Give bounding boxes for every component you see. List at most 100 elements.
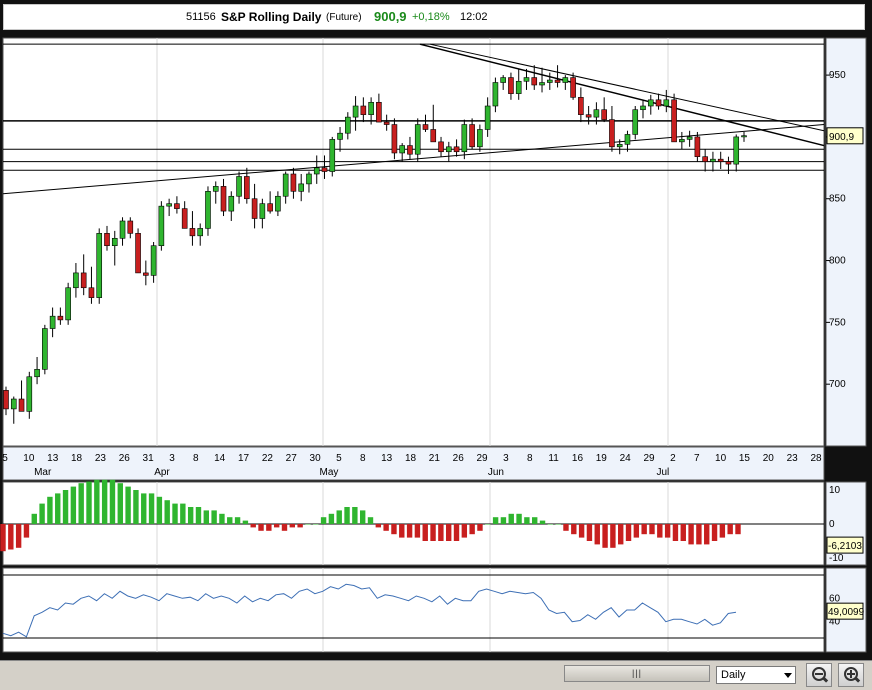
candle-body: [267, 203, 273, 212]
candle-body: [3, 390, 9, 410]
zoom-in-button[interactable]: [838, 663, 864, 687]
candle-body: [383, 121, 390, 125]
oscillator-bar: [148, 493, 155, 524]
oscillator-bar: [242, 520, 249, 524]
date-day-label: 17: [238, 453, 250, 464]
oscillator-bar: [109, 479, 116, 524]
date-day-label: 8: [360, 453, 366, 464]
oscillator-bar: [320, 517, 327, 524]
oscillator-bar: [367, 517, 374, 524]
oscillator-bar: [55, 493, 61, 524]
period-select[interactable]: Daily: [716, 666, 796, 684]
candle-body: [18, 398, 25, 412]
zoom-out-button[interactable]: [806, 663, 832, 687]
chevron-down-icon: [784, 673, 792, 678]
date-month-label: Jul: [656, 467, 669, 478]
candle-body: [275, 195, 281, 212]
oscillator-bar: [187, 507, 194, 524]
candle-body: [609, 119, 615, 148]
date-day-label: 30: [310, 453, 322, 464]
date-day-label: 5: [2, 453, 8, 464]
oscillator-bar: [461, 524, 468, 538]
oscillator-bar: [438, 524, 444, 541]
oscillator-last-label: -6,2103: [828, 541, 862, 552]
oscillator-bar: [250, 524, 256, 528]
date-day-label: 8: [193, 453, 199, 464]
candle-body: [104, 233, 110, 247]
oscillator-bar: [117, 483, 123, 524]
rsi-last-label: 49,0099: [828, 607, 865, 618]
candle-body: [717, 158, 724, 162]
candle-body: [345, 116, 351, 134]
chart-toolbar: ||| Daily: [0, 660, 872, 690]
oscillator-bar: [180, 503, 186, 524]
candle-body: [508, 77, 514, 94]
oscillator-bar: [78, 483, 84, 524]
oscillator-bar: [539, 520, 546, 524]
oscillator-bar: [125, 486, 131, 524]
horizontal-scrollbar[interactable]: |||: [564, 665, 710, 682]
date-day-label: 7: [694, 453, 700, 464]
oscillator-bar: [273, 524, 280, 528]
candle-body: [593, 109, 600, 118]
candle-body: [694, 136, 701, 157]
oscillator-bar: [657, 524, 663, 538]
candle-body: [298, 183, 305, 192]
oscillator-bar: [625, 524, 632, 541]
oscillator-bar: [477, 524, 483, 531]
candle-body: [220, 186, 227, 212]
candle-body: [655, 99, 662, 107]
date-day-label: 20: [763, 453, 775, 464]
candle-body: [733, 136, 740, 165]
candle-body: [546, 79, 553, 83]
oscillator-bar: [86, 481, 92, 524]
candle-body: [531, 77, 538, 86]
candle-body: [601, 109, 607, 120]
candle-body: [554, 79, 561, 83]
candle-body: [236, 176, 242, 197]
price-tick-label: 950: [829, 70, 846, 81]
candle-body: [26, 376, 33, 412]
candle-body: [484, 105, 491, 130]
oscillator-bar: [258, 524, 264, 531]
oscillator-bar: [485, 524, 491, 525]
oscillator-bar: [602, 524, 608, 548]
oscillator-bar: [15, 524, 22, 548]
date-day-label: 23: [787, 453, 799, 464]
candle-body: [585, 114, 592, 118]
oscillator-bar: [610, 524, 616, 548]
candle-body: [453, 146, 460, 153]
candle-body: [570, 77, 576, 98]
oscillator-bar: [664, 524, 671, 538]
oscillator-bar: [508, 513, 514, 524]
date-day-label: 31: [143, 453, 155, 464]
candle-body: [352, 105, 359, 118]
candle-body: [290, 173, 297, 192]
date-day-label: 16: [572, 453, 584, 464]
candle-body: [65, 287, 71, 321]
candle-body: [640, 105, 646, 111]
chart-canvas[interactable]: 9509008508007507005101318232631381417222…: [0, 0, 872, 660]
oscillator-bar: [62, 490, 69, 524]
candle-body: [119, 220, 126, 239]
candle-body: [96, 233, 103, 298]
candle-body: [368, 101, 374, 115]
oscillator-bar: [547, 524, 554, 525]
date-day-label: 26: [453, 453, 465, 464]
date-day-label: 15: [739, 453, 751, 464]
date-day-label: 2: [670, 453, 676, 464]
oscillator-bar: [672, 524, 679, 541]
oscillator-bar: [219, 513, 225, 524]
oscillator-bar: [164, 500, 170, 524]
candle-body: [337, 132, 343, 140]
candle-body: [562, 77, 569, 83]
oscillator-bar: [414, 524, 421, 538]
oscillator-bar: [516, 513, 522, 524]
oscillator-bar: [719, 524, 726, 538]
candle-body: [49, 315, 56, 329]
oscillator-bar: [735, 524, 741, 535]
oscillator-bar: [680, 524, 686, 541]
candle-body: [578, 97, 584, 115]
candle-body: [127, 220, 134, 234]
date-day-label: 24: [620, 453, 632, 464]
